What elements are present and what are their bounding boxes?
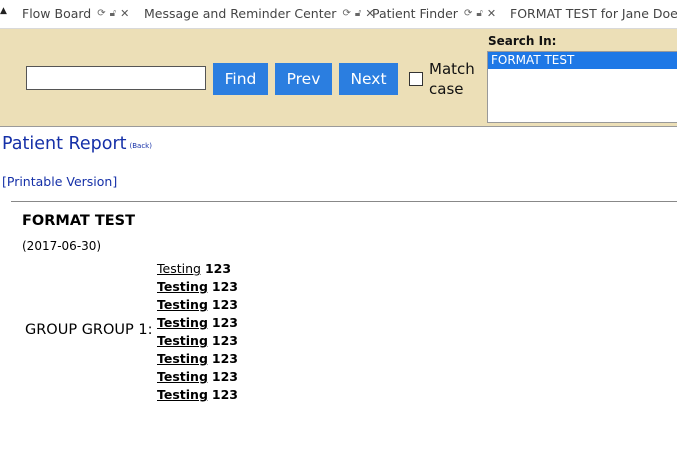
field-value: 123	[211, 351, 238, 366]
unlock-icon[interactable]: 🔓︎	[110, 0, 116, 28]
field-value: 123	[211, 369, 238, 384]
search-input[interactable]	[26, 66, 206, 90]
report-title-text: Patient Report	[2, 134, 127, 154]
match-case-label-line1: Match	[429, 60, 475, 78]
list-item: Testing 123	[157, 314, 238, 332]
refresh-icon[interactable]: ⟳	[97, 0, 105, 28]
back-link[interactable]: (Back)	[130, 142, 152, 150]
tab-bar: ▲ Flow Board ⟳ 🔓︎ ✕ Message and Reminder…	[0, 0, 677, 29]
field-label: Testing	[157, 279, 208, 294]
match-case-label-line2: case	[429, 80, 464, 98]
search-in-listbox[interactable]: FORMAT TEST	[487, 51, 677, 123]
tab-label: Flow Board	[22, 6, 92, 21]
form-name: FORMAT TEST	[22, 213, 135, 229]
list-item: Testing 123	[157, 296, 238, 314]
group-field-list: Testing 123 Testing 123 Testing 123 Test…	[157, 260, 238, 404]
tab-scroll-up-icon[interactable]: ▲	[0, 6, 7, 16]
field-label: Testing	[157, 333, 208, 348]
list-item: Testing 123	[157, 332, 238, 350]
printable-version-link[interactable]: [Printable Version]	[2, 174, 117, 189]
match-case-label: Match case	[429, 59, 479, 99]
prev-button[interactable]: Prev	[275, 63, 332, 95]
unlock-icon[interactable]: 🔓︎	[476, 0, 482, 28]
list-item: Testing 123	[157, 260, 238, 278]
find-button[interactable]: Find	[213, 63, 268, 95]
find-toolbar: Find Prev Next Match case Search In: FOR…	[0, 29, 677, 127]
field-value: 123	[204, 261, 232, 276]
list-item: Testing 123	[157, 368, 238, 386]
field-label: Testing	[157, 351, 208, 366]
divider	[11, 201, 677, 202]
close-icon[interactable]: ✕	[120, 0, 129, 28]
refresh-icon[interactable]: ⟳	[464, 0, 472, 28]
match-case-checkbox[interactable]	[409, 72, 423, 86]
field-label: Testing	[157, 261, 201, 276]
field-label: Testing	[157, 369, 208, 384]
list-item: Testing 123	[157, 350, 238, 368]
field-value: 123	[211, 297, 238, 312]
field-value: 123	[211, 333, 238, 348]
tab-label: Patient Finder	[372, 6, 458, 21]
search-in-label: Search In:	[488, 34, 557, 48]
tab-format-test[interactable]: FORMAT TEST for Jane Doe on	[510, 0, 677, 28]
tab-label: FORMAT TEST for Jane Doe on	[510, 6, 677, 21]
field-value: 123	[211, 315, 238, 330]
close-icon[interactable]: ✕	[487, 0, 496, 28]
field-value: 123	[211, 279, 238, 294]
tab-message-reminder-center[interactable]: Message and Reminder Center ⟳ 🔓︎ ✕	[144, 0, 375, 28]
tab-flow-board[interactable]: Flow Board ⟳ 🔓︎ ✕	[22, 0, 129, 28]
field-label: Testing	[157, 297, 208, 312]
tab-label: Message and Reminder Center	[144, 6, 337, 21]
list-item: Testing 123	[157, 278, 238, 296]
unlock-icon[interactable]: 🔓︎	[355, 0, 361, 28]
field-value: 123	[211, 387, 238, 402]
refresh-icon[interactable]: ⟳	[342, 0, 350, 28]
field-label: Testing	[157, 315, 208, 330]
search-in-option-selected[interactable]: FORMAT TEST	[488, 52, 677, 69]
tab-patient-finder[interactable]: Patient Finder ⟳ 🔓︎ ✕	[372, 0, 496, 28]
field-label: Testing	[157, 387, 208, 402]
next-button[interactable]: Next	[339, 63, 398, 95]
list-item: Testing 123	[157, 386, 238, 404]
group-label: GROUP GROUP 1:	[25, 322, 153, 338]
form-date: (2017-06-30)	[22, 239, 102, 253]
page-title: Patient Report (Back)	[2, 134, 152, 154]
